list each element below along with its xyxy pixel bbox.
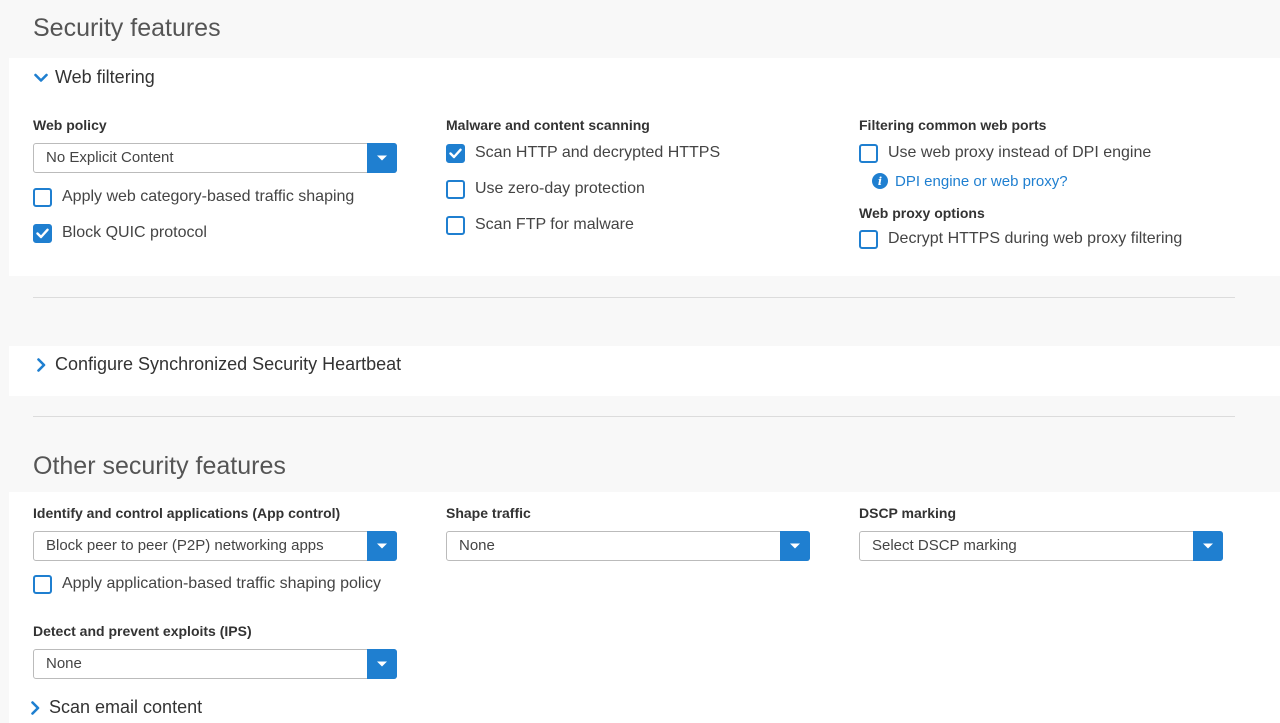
- heartbeat-panel: Configure Synchronized Security Heartbea…: [9, 346, 1280, 396]
- dropdown-arrow-icon[interactable]: [780, 531, 810, 561]
- dropdown-arrow-icon[interactable]: [1193, 531, 1223, 561]
- web-proxy-options-label: Web proxy options: [859, 205, 985, 221]
- scan-http-checkbox[interactable]: Scan HTTP and decrypted HTTPS: [446, 141, 816, 165]
- checkbox-icon: [446, 179, 465, 199]
- shape-traffic-group: Shape traffic None: [446, 504, 816, 561]
- apply-app-shaping-label: Apply application-based traffic shaping …: [62, 575, 382, 592]
- dropdown-arrow-icon[interactable]: [367, 143, 397, 173]
- checkbox-icon: [33, 574, 52, 594]
- chevron-down-icon: [33, 70, 49, 86]
- divider: [33, 297, 1235, 298]
- block-quic-label: Block QUIC protocol: [62, 224, 207, 241]
- scan-ftp-checkbox[interactable]: Scan FTP for malware: [446, 213, 816, 237]
- malware-group: Malware and content scanning Scan HTTP a…: [446, 116, 816, 237]
- dscp-select[interactable]: Select DSCP marking: [859, 531, 1223, 561]
- web-policy-label: Web policy: [33, 117, 107, 133]
- divider: [33, 416, 1235, 417]
- dscp-group: DSCP marking Select DSCP marking: [859, 504, 1229, 561]
- dpi-help: i DPI engine or web proxy?: [872, 171, 1229, 191]
- block-quic-checkbox[interactable]: Block QUIC protocol: [33, 221, 403, 245]
- ips-label: Detect and prevent exploits (IPS): [33, 623, 252, 639]
- web-ports-group: Filtering common web ports Use web proxy…: [859, 116, 1229, 251]
- scan-email-toggle[interactable]: Scan email content: [27, 697, 202, 718]
- checkbox-icon: [859, 229, 878, 249]
- shape-traffic-value: None: [459, 537, 495, 554]
- zero-day-label: Use zero-day protection: [475, 180, 645, 197]
- dscp-value: Select DSCP marking: [872, 537, 1017, 554]
- app-control-label: Identify and control applications (App c…: [33, 505, 341, 521]
- app-control-group: Identify and control applications (App c…: [33, 504, 403, 596]
- heartbeat-toggle[interactable]: Configure Synchronized Security Heartbea…: [33, 354, 401, 375]
- checkbox-icon: [446, 215, 465, 235]
- scan-http-label: Scan HTTP and decrypted HTTPS: [475, 144, 721, 161]
- malware-label: Malware and content scanning: [446, 117, 650, 133]
- info-icon: i: [872, 173, 888, 189]
- apply-web-shaping-label: Apply web category-based traffic shaping: [62, 188, 355, 205]
- checkbox-icon: [33, 187, 52, 207]
- web-filtering-label: Web filtering: [55, 67, 155, 87]
- dscp-label: DSCP marking: [859, 505, 956, 521]
- dropdown-arrow-icon[interactable]: [367, 649, 397, 679]
- use-web-proxy-checkbox[interactable]: Use web proxy instead of DPI engine: [859, 141, 1229, 165]
- dropdown-arrow-icon[interactable]: [367, 531, 397, 561]
- app-control-value: Block peer to peer (P2P) networking apps: [46, 537, 324, 554]
- other-security-title: Other security features: [33, 452, 286, 480]
- apply-web-shaping-checkbox[interactable]: Apply web category-based traffic shaping: [33, 185, 403, 209]
- chevron-right-icon: [33, 357, 49, 373]
- web-policy-group: Web policy No Explicit Content Apply web…: [33, 116, 403, 245]
- checkmark-icon: [446, 143, 465, 163]
- shape-traffic-select[interactable]: None: [446, 531, 810, 561]
- ips-value: None: [46, 655, 82, 672]
- web-policy-value: No Explicit Content: [46, 149, 174, 166]
- web-ports-label: Filtering common web ports: [859, 117, 1047, 133]
- decrypt-https-label: Decrypt HTTPS during web proxy filtering: [888, 230, 1183, 247]
- checkmark-icon: [33, 223, 52, 243]
- zero-day-checkbox[interactable]: Use zero-day protection: [446, 177, 816, 201]
- app-control-select[interactable]: Block peer to peer (P2P) networking apps: [33, 531, 397, 561]
- dpi-help-link[interactable]: DPI engine or web proxy?: [895, 173, 1068, 190]
- scan-email-label: Scan email content: [49, 697, 203, 717]
- scan-ftp-label: Scan FTP for malware: [475, 216, 634, 233]
- apply-app-shaping-checkbox[interactable]: Apply application-based traffic shaping …: [33, 572, 403, 596]
- web-filtering-panel: Web filtering Web policy No Explicit Con…: [9, 58, 1280, 276]
- shape-traffic-label: Shape traffic: [446, 505, 531, 521]
- checkbox-icon: [859, 143, 878, 163]
- other-security-panel: Identify and control applications (App c…: [9, 492, 1280, 723]
- web-policy-select[interactable]: No Explicit Content: [33, 143, 397, 173]
- use-web-proxy-label: Use web proxy instead of DPI engine: [888, 144, 1152, 161]
- web-filtering-toggle[interactable]: Web filtering: [33, 67, 155, 88]
- security-features-title: Security features: [33, 14, 221, 42]
- heartbeat-label: Configure Synchronized Security Heartbea…: [55, 354, 402, 374]
- ips-select[interactable]: None: [33, 649, 397, 679]
- decrypt-https-checkbox[interactable]: Decrypt HTTPS during web proxy filtering: [859, 227, 1229, 251]
- chevron-right-icon: [27, 700, 43, 716]
- ips-group: Detect and prevent exploits (IPS) None: [33, 622, 403, 679]
